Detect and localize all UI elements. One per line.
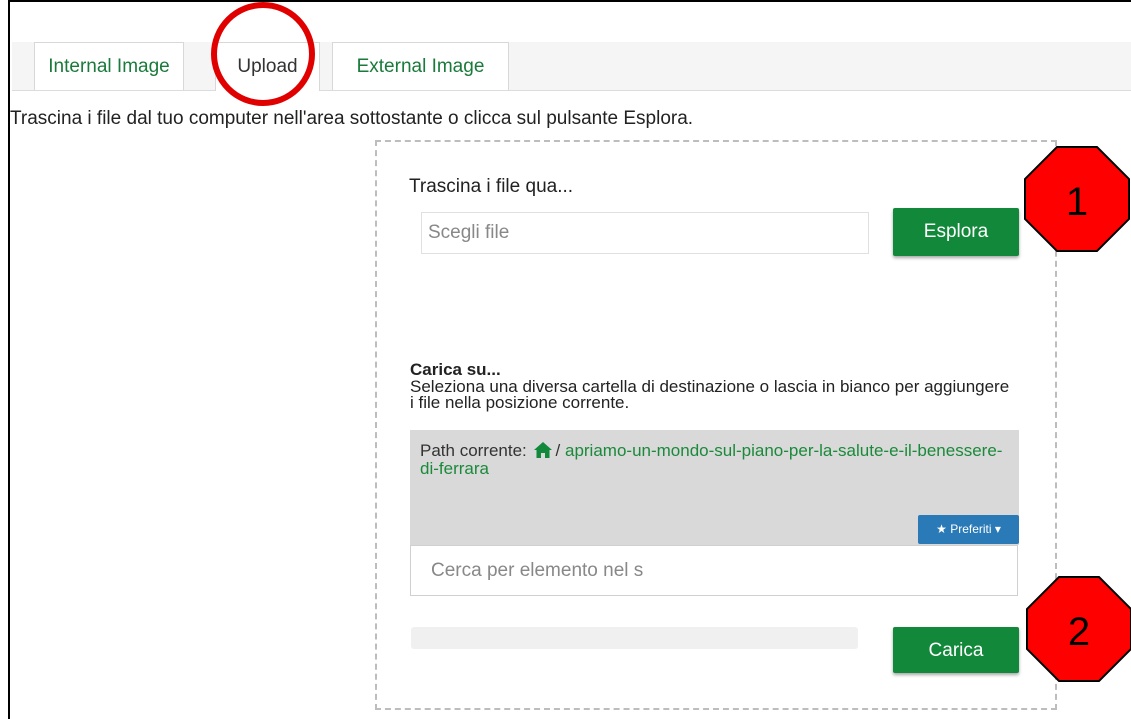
upload-to-description: Seleziona una diversa cartella di destin…: [410, 377, 1010, 412]
svg-text:2: 2: [1068, 610, 1090, 654]
tab-bar: Internal Image Upload External Image: [12, 42, 1131, 91]
current-path: Path corrente: / apriamo-un-mondo-sul-pi…: [420, 442, 1010, 477]
upload-button[interactable]: Carica: [893, 627, 1019, 673]
drag-label: Trascina i file qua...: [409, 176, 574, 197]
annotation-badge-1: 1: [1022, 144, 1131, 254]
frame-top-border: [8, 0, 1131, 2]
upload-instructions: Trascina i file dal tuo computer nell'ar…: [10, 108, 694, 129]
home-icon[interactable]: [533, 442, 552, 461]
star-icon: ★: [936, 522, 947, 536]
upload-progress-bar: [411, 627, 858, 649]
favorites-label: Preferiti: [950, 522, 992, 536]
tab-internal-image[interactable]: Internal Image: [34, 42, 184, 90]
path-separator: /: [555, 441, 561, 460]
caret-down-icon: ▾: [994, 522, 1001, 536]
file-chooser-input[interactable]: Scegli file: [421, 212, 869, 254]
explore-button[interactable]: Esplora: [893, 208, 1019, 256]
svg-text:1: 1: [1066, 180, 1088, 224]
tab-external-image[interactable]: External Image: [332, 42, 509, 90]
path-label: Path corrente:: [420, 441, 527, 460]
current-path-panel: Path corrente: / apriamo-un-mondo-sul-pi…: [410, 430, 1019, 545]
favorites-button[interactable]: ★ Preferiti ▾: [918, 515, 1019, 544]
highlight-circle: [211, 2, 315, 106]
folder-search-input[interactable]: Cerca per elemento nel s: [410, 545, 1018, 596]
annotation-badge-2: 2: [1024, 574, 1131, 684]
